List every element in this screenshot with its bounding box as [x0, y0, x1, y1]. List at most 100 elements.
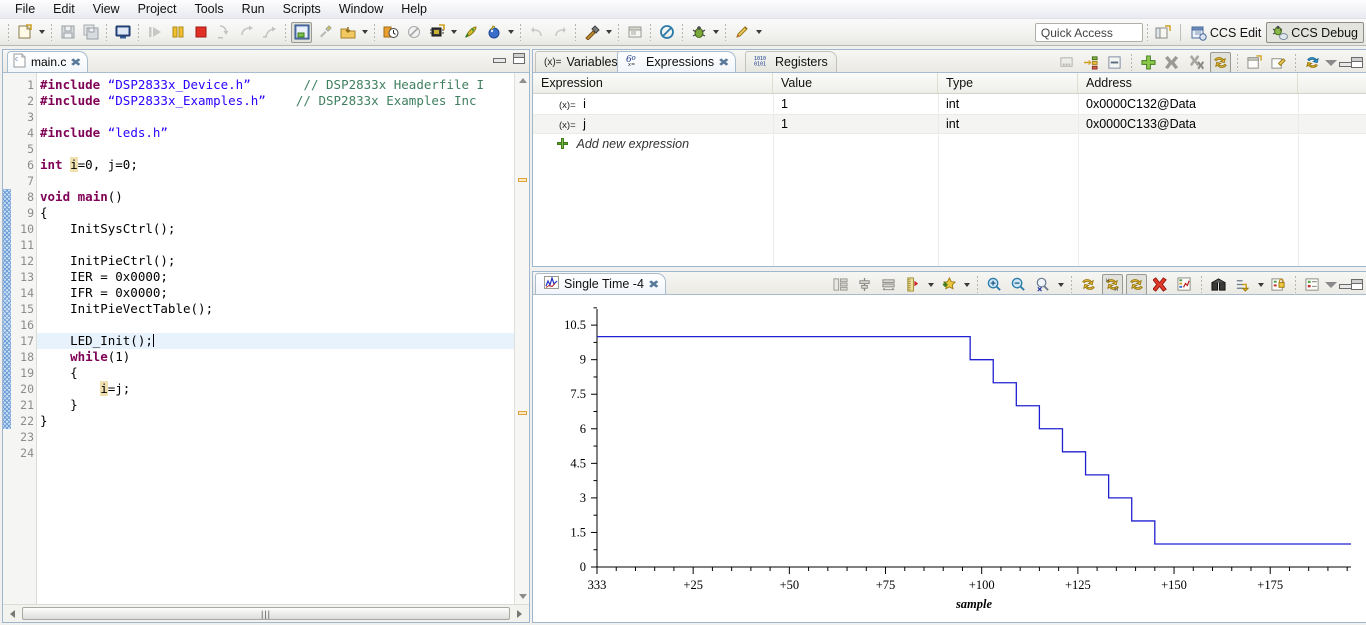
debug-launch-icon[interactable]: [483, 22, 504, 43]
no-entry-icon[interactable]: [656, 22, 677, 43]
debug-launch-dropdown-arrow[interactable]: [505, 22, 516, 43]
column-header-address[interactable]: Address: [1078, 73, 1298, 93]
tab-expressions[interactable]: 6 o x= Expressions ✖: [617, 51, 737, 72]
load-program-icon[interactable]: [337, 22, 358, 43]
code-line[interactable]: [37, 141, 514, 157]
minimize-icon[interactable]: [1339, 280, 1352, 290]
show-details-icon[interactable]: [1080, 52, 1101, 73]
legend-icon[interactable]: [1302, 274, 1323, 295]
edit-expression-icon[interactable]: [1268, 52, 1289, 73]
quick-access-input[interactable]: Quick Access: [1034, 23, 1143, 42]
code-line[interactable]: [37, 317, 514, 333]
measurement-dropdown-arrow[interactable]: [925, 274, 936, 295]
build-dropdown-arrow[interactable]: [603, 22, 614, 43]
editor-tab-close-icon[interactable]: ✖: [70, 56, 82, 69]
code-line[interactable]: InitPieCtrl();: [37, 253, 514, 269]
refresh-graph-icon[interactable]: [1078, 274, 1099, 295]
maximize-icon[interactable]: [1351, 57, 1363, 68]
code-line[interactable]: IER = 0x0000;: [37, 269, 514, 285]
debug-bug-dropdown-arrow[interactable]: [710, 22, 721, 43]
code-line[interactable]: LED_Init();: [37, 333, 514, 349]
graph-properties-icon[interactable]: [1174, 274, 1195, 295]
add-marker-icon[interactable]: [938, 274, 959, 295]
collapse-all-icon[interactable]: [1104, 52, 1125, 73]
code-line[interactable]: while(1): [37, 349, 514, 365]
maximize-icon[interactable]: [513, 53, 525, 64]
step-into-icon[interactable]: [213, 22, 234, 43]
menu-item-scripts[interactable]: Scripts: [274, 0, 330, 18]
new-file-dropdown-arrow[interactable]: [36, 22, 47, 43]
code-line[interactable]: [37, 173, 514, 189]
tab-registers[interactable]: 1010 0101 Registers: [745, 51, 837, 72]
code-line[interactable]: #include “DSP2833x_Device.h” // DSP2833x…: [37, 77, 514, 93]
new-file-icon[interactable]: [14, 22, 35, 43]
add-expression-icon[interactable]: [1138, 52, 1159, 73]
continuous-refresh-icon[interactable]: [1126, 274, 1147, 295]
zoom-in-icon[interactable]: [984, 274, 1005, 295]
code-line[interactable]: #include “leds.h”: [37, 125, 514, 141]
column-header-expression[interactable]: Expression: [533, 73, 773, 93]
remove-all-expressions-icon[interactable]: [1186, 52, 1207, 73]
load-program-dropdown-arrow[interactable]: [359, 22, 370, 43]
import-icon[interactable]: [1232, 274, 1253, 295]
undo-icon[interactable]: [526, 22, 547, 43]
pencil-dropdown-arrow[interactable]: [753, 22, 764, 43]
cell-value[interactable]: 1: [773, 117, 938, 131]
table-row[interactable]: (x)= j 1 int 0x0000C133@Data: [533, 114, 1366, 134]
code-line[interactable]: [37, 429, 514, 445]
menu-item-project[interactable]: Project: [129, 0, 186, 18]
redo-icon[interactable]: [549, 22, 570, 43]
import-dropdown-arrow[interactable]: [1255, 274, 1266, 295]
code-line[interactable]: [37, 109, 514, 125]
expressions-tab-close-icon[interactable]: ✖: [718, 56, 730, 69]
save-icon[interactable]: [57, 22, 78, 43]
scroll-down-arrow-icon[interactable]: [515, 589, 530, 603]
code-line[interactable]: }: [37, 413, 514, 429]
graph-tab-close-icon[interactable]: ✖: [648, 278, 660, 291]
clear-data-icon[interactable]: [1150, 274, 1171, 295]
cast-to-type-icon[interactable]: [1056, 52, 1077, 73]
step-over-icon[interactable]: [236, 22, 257, 43]
pencil-icon[interactable]: [731, 22, 752, 43]
single-time-plot[interactable]: 0 1.5 3 4.5 6 7.5 9 10.5 333 +25 +50 +75 +100 +125 +15…: [533, 295, 1365, 623]
editor-horizontal-scrollbar[interactable]: |||: [3, 604, 529, 622]
launch-icon[interactable]: [460, 22, 481, 43]
new-window-icon[interactable]: [624, 22, 645, 43]
resume-icon[interactable]: [144, 22, 165, 43]
code-line[interactable]: [37, 237, 514, 253]
menu-item-help[interactable]: Help: [392, 0, 436, 18]
menu-item-edit[interactable]: Edit: [44, 0, 84, 18]
reset-zoom-dropdown-arrow[interactable]: [1055, 274, 1066, 295]
code-line[interactable]: InitPieVectTable();: [37, 301, 514, 317]
code-line[interactable]: #include “DSP2833x_Examples.h” // DSP283…: [37, 93, 514, 109]
column-header-type[interactable]: Type: [938, 73, 1078, 93]
new-watch-icon[interactable]: [1244, 52, 1265, 73]
continuous-refresh-h-icon[interactable]: HH: [1102, 274, 1123, 295]
editor-tab-main-c[interactable]: c main.c ✖: [7, 51, 88, 72]
code-line[interactable]: [37, 445, 514, 461]
maximize-icon[interactable]: [1351, 279, 1363, 290]
disable-clock-icon[interactable]: [403, 22, 424, 43]
code-line[interactable]: IFR = 0x0000;: [37, 285, 514, 301]
remove-expression-icon[interactable]: [1162, 52, 1183, 73]
step-return-icon[interactable]: [259, 22, 280, 43]
reset-zoom-icon[interactable]: [1032, 274, 1053, 295]
restart-icon[interactable]: [291, 21, 312, 43]
occurrence-marker[interactable]: [518, 411, 527, 415]
export-icon[interactable]: [1208, 274, 1229, 295]
menu-item-window[interactable]: Window: [330, 0, 392, 18]
reset-cpu-icon[interactable]: [314, 22, 335, 43]
code-line[interactable]: void main(): [37, 189, 514, 205]
console-icon[interactable]: [112, 22, 133, 43]
zoom-out-icon[interactable]: [1008, 274, 1029, 295]
cell-value[interactable]: 1: [773, 97, 938, 111]
column-header-value[interactable]: Value: [773, 73, 938, 93]
fit-width-icon[interactable]: [878, 274, 899, 295]
refresh-icon[interactable]: [1302, 52, 1323, 73]
continuous-refresh-icon[interactable]: [1210, 52, 1231, 73]
align-center-icon[interactable]: [854, 274, 875, 295]
view-menu-icon[interactable]: [1325, 58, 1338, 68]
editor-vertical-scrollbar[interactable]: [514, 73, 529, 622]
view-menu-icon[interactable]: [1325, 280, 1338, 290]
add-marker-dropdown-arrow[interactable]: [961, 274, 972, 295]
